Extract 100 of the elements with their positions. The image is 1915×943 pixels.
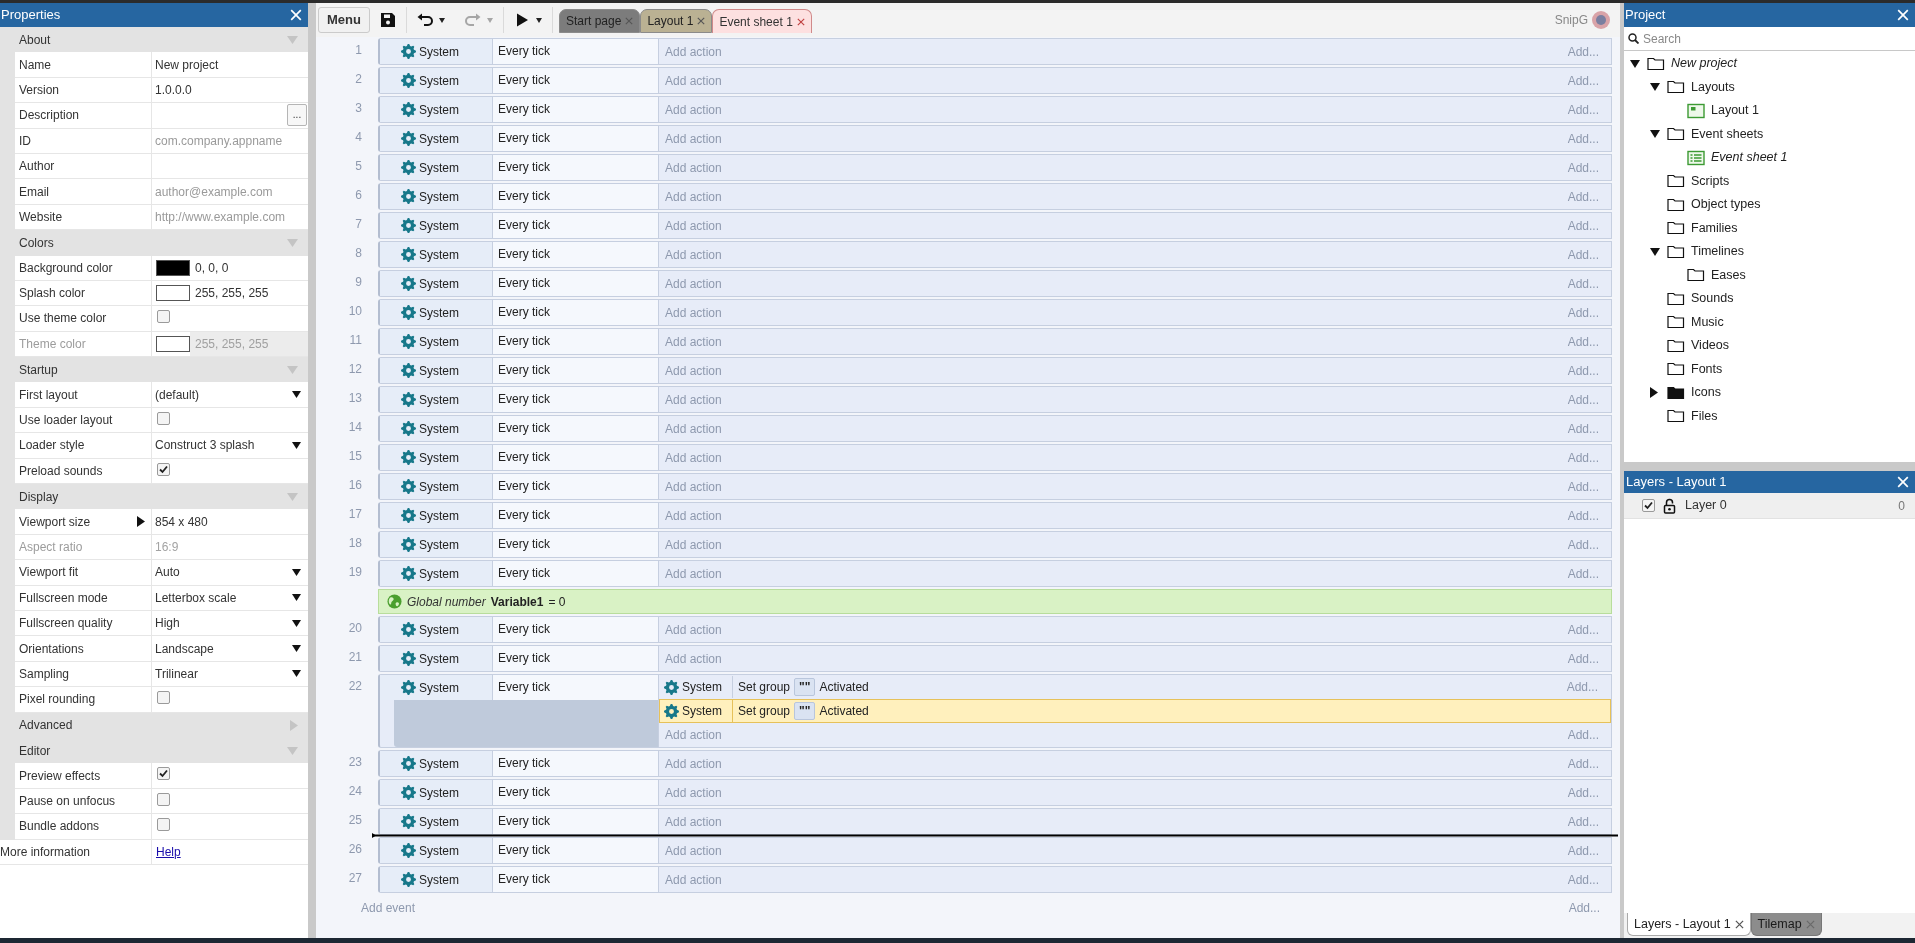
section-header[interactable]: Editor — [0, 737, 308, 764]
condition-cell[interactable]: Every tick — [493, 97, 658, 122]
close-icon[interactable] — [796, 17, 805, 26]
tree-item[interactable]: Object types — [1691, 195, 1761, 215]
caret-down-icon[interactable] — [292, 670, 301, 678]
event-block[interactable]: System Every tick Add action Add... — [378, 270, 1612, 297]
tab[interactable]: Tilemap — [1750, 913, 1822, 936]
event-block[interactable]: System Every tick Add action Add... — [378, 616, 1612, 643]
checkbox[interactable] — [1642, 499, 1655, 512]
event-block[interactable]: System Every tick Add action Add... — [378, 125, 1612, 152]
menu-button[interactable]: Menu — [318, 7, 370, 33]
caret-down-icon[interactable] — [292, 568, 301, 576]
caret-down-icon[interactable] — [292, 441, 301, 449]
event-block[interactable]: System Every tick Add action Add... — [378, 866, 1612, 893]
condition-cell[interactable]: Every tick — [493, 646, 658, 671]
caret-down-icon[interactable] — [292, 594, 301, 602]
undo-icon[interactable] — [417, 12, 433, 28]
tab[interactable]: Layers - Layout 1 — [1627, 913, 1751, 936]
tree-item[interactable]: Sounds — [1691, 289, 1734, 309]
condition-cell[interactable]: Every tick — [493, 329, 658, 354]
tree-item[interactable]: Icons — [1691, 383, 1721, 403]
condition-cell[interactable]: Every tick — [493, 503, 658, 528]
condition-cell[interactable]: Every tick — [493, 445, 658, 470]
tree-item[interactable]: Music — [1691, 312, 1724, 332]
event-block[interactable]: System Every tick Add action Add... — [378, 386, 1612, 413]
action-row[interactable]: System Set group "" Activated — [659, 699, 1611, 723]
checkbox[interactable] — [157, 462, 170, 476]
play-icon[interactable] — [514, 12, 530, 28]
event-block[interactable]: System Every tick Add action Add... — [378, 444, 1612, 471]
section-header[interactable]: Display — [0, 484, 308, 510]
tree-item[interactable]: Videos — [1691, 336, 1729, 356]
caret-down-icon[interactable] — [439, 17, 445, 23]
condition-cell[interactable]: Every tick — [493, 561, 658, 586]
condition-cell[interactable]: Every tick — [493, 838, 658, 863]
checkbox[interactable] — [157, 792, 170, 806]
tree-item[interactable]: Fonts — [1691, 359, 1723, 379]
tree-item[interactable]: Eases — [1711, 265, 1746, 285]
event-block[interactable]: System Every tick Add action Add... — [378, 67, 1612, 94]
condition-cell[interactable]: Every tick — [493, 242, 658, 267]
condition-cell[interactable]: Every tick — [493, 675, 658, 700]
tree-item[interactable]: Event sheet 1 — [1711, 148, 1788, 168]
caret-down-icon[interactable] — [292, 619, 301, 627]
event-block[interactable]: System Every tick Add action Add... — [378, 328, 1612, 355]
caret-down-icon[interactable] — [292, 391, 301, 399]
event-block[interactable]: System Every tick Add action Add... — [378, 808, 1612, 835]
caret-down-icon[interactable] — [1650, 83, 1660, 92]
event-block[interactable]: System Every tick Add action Add... — [378, 183, 1612, 210]
condition-cell[interactable]: Every tick — [493, 155, 658, 180]
caret-down-icon[interactable] — [536, 17, 542, 23]
section-header[interactable]: Advanced — [0, 712, 308, 738]
event-block[interactable]: System Every tick Add action Add... — [378, 473, 1612, 500]
condition-cell[interactable]: Every tick — [493, 474, 658, 499]
color-swatch[interactable] — [156, 259, 190, 276]
caret-right-icon[interactable] — [137, 516, 145, 528]
condition-cell[interactable]: Every tick — [493, 867, 658, 892]
layer-row[interactable]: Layer 0 0 — [1624, 493, 1915, 519]
tab[interactable]: Event sheet 1 — [712, 9, 812, 33]
condition-cell[interactable]: Every tick — [493, 780, 658, 805]
condition-cell[interactable]: Every tick — [493, 617, 658, 642]
tree-item[interactable]: Layout 1 — [1711, 101, 1759, 121]
checkbox[interactable] — [157, 411, 170, 425]
section-header[interactable]: Colors — [0, 230, 308, 256]
caret-down-icon[interactable] — [1630, 59, 1640, 68]
close-icon[interactable] — [697, 17, 706, 25]
condition-cell[interactable]: Every tick — [493, 126, 658, 151]
unlock-icon[interactable] — [1663, 497, 1676, 514]
condition-cell[interactable]: Every tick — [493, 387, 658, 412]
event-block[interactable]: System Every tick System Set group "" Activated Add... System Set group "" Activated Add action Add... — [378, 674, 1612, 748]
event-block[interactable]: System Every tick Add action Add... — [378, 212, 1612, 239]
condition-cell[interactable]: Every tick — [493, 809, 658, 834]
condition-cell[interactable]: Every tick — [493, 184, 658, 209]
condition-cell[interactable]: Every tick — [493, 39, 658, 64]
checkbox[interactable] — [157, 691, 170, 705]
condition-cell[interactable]: Every tick — [493, 300, 658, 325]
section-header[interactable]: Startup — [0, 357, 308, 383]
section-header[interactable]: About — [0, 27, 308, 53]
event-block[interactable]: System Every tick Add action Add... — [378, 837, 1612, 864]
checkbox[interactable] — [157, 818, 170, 832]
caret-down-icon[interactable] — [292, 645, 301, 653]
condition-cell[interactable]: Every tick — [493, 751, 658, 776]
help-link[interactable]: Help — [156, 842, 181, 861]
event-block[interactable]: System Every tick Add action Add... — [378, 38, 1612, 65]
event-block[interactable]: System Every tick Add action Add... — [378, 357, 1612, 384]
event-block[interactable]: System Every tick Add action Add... — [378, 531, 1612, 558]
condition-cell[interactable]: Every tick — [493, 358, 658, 383]
tree-item[interactable]: Event sheets — [1691, 124, 1764, 144]
condition-cell[interactable]: Every tick — [493, 68, 658, 93]
tab[interactable]: Start page — [559, 9, 641, 33]
event-block[interactable]: System Every tick Add action Add... — [378, 299, 1612, 326]
search-field[interactable]: Search — [1624, 27, 1915, 51]
event-block[interactable]: System Every tick Add action Add... — [378, 779, 1612, 806]
checkbox[interactable] — [157, 767, 170, 781]
color-swatch[interactable] — [156, 285, 190, 302]
tree-item[interactable]: Timelines — [1691, 242, 1745, 262]
condition-cell[interactable]: Every tick — [493, 532, 658, 557]
event-block[interactable]: System Every tick Add action Add... — [378, 750, 1612, 777]
tree-item[interactable]: Families — [1691, 218, 1738, 238]
caret-down-icon[interactable] — [1650, 130, 1660, 139]
caret-right-icon[interactable] — [1650, 387, 1658, 399]
variable-row[interactable]: Global number Variable1 = 0 — [378, 589, 1612, 614]
